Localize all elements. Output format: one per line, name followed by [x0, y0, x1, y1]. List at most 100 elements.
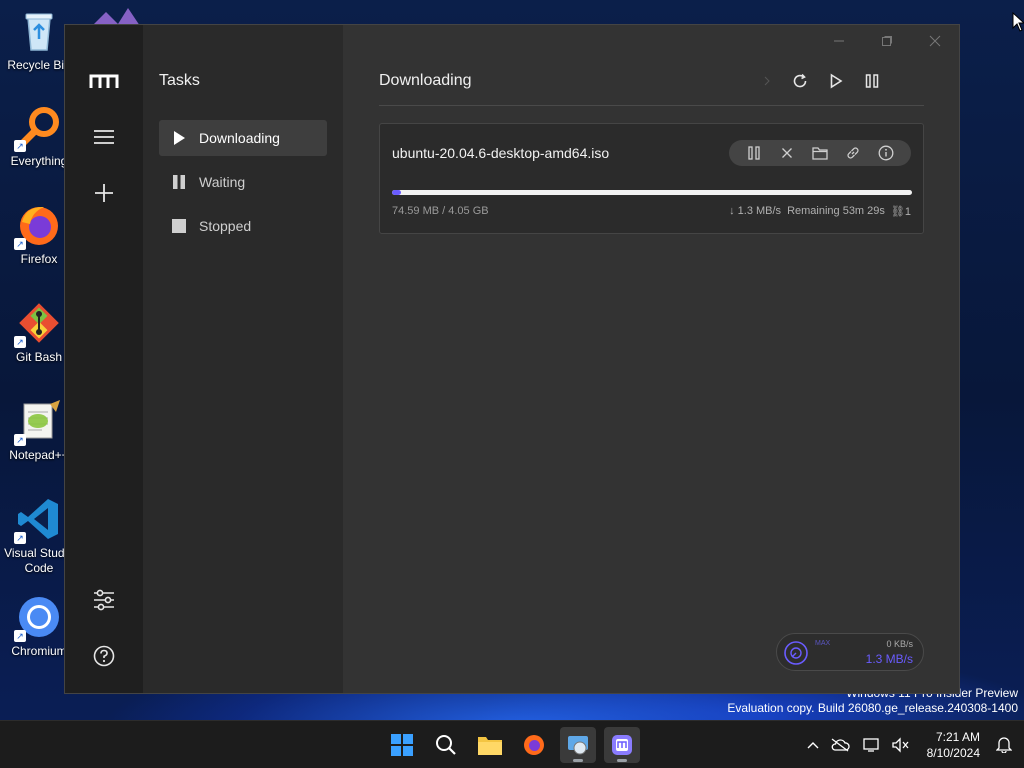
- download-speed: 1.3 MB/s: [865, 652, 913, 666]
- network-icon: [863, 738, 879, 752]
- add-task-button[interactable]: [84, 173, 124, 213]
- help-button[interactable]: [84, 636, 124, 676]
- task-delete-button[interactable]: [774, 142, 800, 164]
- installer-icon: [568, 736, 588, 755]
- task-name: ubuntu-20.04.6-desktop-amd64.iso: [392, 145, 610, 161]
- shortcut-arrow-icon: ↗: [14, 238, 26, 250]
- firefox-icon: ↗: [14, 202, 62, 250]
- task-item[interactable]: ubuntu-20.04.6-desktop-amd64.iso 74.59 M…: [379, 123, 924, 234]
- shortcut-arrow-icon: ↗: [14, 434, 26, 446]
- nav-item-downloading[interactable]: Downloading: [159, 120, 327, 156]
- play-outline-icon: [830, 73, 843, 89]
- pause-icon: [159, 174, 199, 190]
- task-connections: ⛓1: [890, 206, 911, 218]
- firefox-icon: [524, 735, 544, 755]
- taskbar-firefox[interactable]: [516, 727, 552, 763]
- network-button[interactable]: [856, 737, 888, 753]
- maximize-button[interactable]: [867, 29, 907, 53]
- everything-search-icon: ↗: [14, 104, 62, 152]
- show-hidden-icons-button[interactable]: [802, 741, 824, 749]
- volume-button[interactable]: [888, 737, 914, 753]
- system-tray: [802, 721, 914, 768]
- speedometer-icon: [784, 641, 808, 665]
- git-bash-icon: ↗: [14, 300, 62, 348]
- notifications-button[interactable]: [995, 735, 1013, 758]
- windows-logo-icon: [391, 734, 413, 756]
- app-logo-icon[interactable]: [84, 61, 124, 101]
- clock-date: 8/10/2024: [926, 746, 980, 760]
- tasks-sidebar: Tasks Downloading Waiting Stopped: [143, 25, 343, 693]
- preferences-button[interactable]: [84, 580, 124, 620]
- close-icon: [781, 148, 792, 158]
- chevron-right-icon: [764, 76, 770, 86]
- task-progress-bar: [392, 190, 912, 195]
- shortcut-arrow-icon: ↗: [14, 532, 26, 544]
- taskbar-file-explorer[interactable]: [472, 727, 508, 763]
- mouse-cursor-icon: [1012, 12, 1024, 32]
- watermark-line-2: Evaluation copy. Build 26080.ge_release.…: [727, 701, 1018, 715]
- motrix-icon: [612, 735, 632, 755]
- minimize-button[interactable]: [819, 29, 859, 53]
- stop-icon: [159, 218, 199, 234]
- start-button[interactable]: [384, 727, 420, 763]
- motrix-window: Tasks Downloading Waiting Stopped Downlo…: [64, 24, 960, 694]
- folder-icon: [478, 737, 502, 755]
- task-info-button[interactable]: [873, 142, 899, 164]
- close-window-button[interactable]: [915, 29, 955, 53]
- taskbar: 7:21 AM 8/10/2024: [0, 720, 1024, 768]
- sliders-icon: [94, 589, 114, 611]
- nav-item-waiting[interactable]: Waiting: [159, 164, 327, 200]
- task-open-folder-button[interactable]: [807, 142, 833, 164]
- pause-all-button[interactable]: [856, 67, 888, 95]
- taskbar-app-installer[interactable]: [560, 727, 596, 763]
- recycle-bin-icon: [16, 8, 62, 54]
- play-icon: [159, 130, 199, 146]
- plus-icon: [95, 184, 113, 202]
- main-panel: Downloading ubuntu-20.04.6-desktop-amd64…: [343, 25, 959, 693]
- task-progress-fill: [392, 190, 402, 195]
- refresh-button[interactable]: [784, 67, 816, 95]
- info-icon: [878, 145, 894, 161]
- speed-limit-label: MAX: [815, 640, 831, 647]
- page-title: Downloading: [379, 72, 472, 89]
- speedometer[interactable]: MAX 0 KB/s 1.3 MB/s: [776, 633, 924, 671]
- notepad-plus-plus-icon: ↗: [14, 398, 62, 446]
- nav-item-label: Stopped: [199, 218, 252, 234]
- shortcut-arrow-icon: ↗: [14, 140, 26, 152]
- search-icon: [436, 735, 456, 755]
- taskbar-clock[interactable]: 7:21 AM 8/10/2024: [927, 729, 980, 761]
- onedrive-button[interactable]: [824, 738, 856, 752]
- cloud-offline-icon: [831, 738, 850, 752]
- taskbar-search-button[interactable]: [428, 727, 464, 763]
- header-divider: [379, 105, 924, 106]
- task-actions: [729, 140, 911, 166]
- move-up-button[interactable]: [751, 67, 783, 95]
- pause-outline-icon: [747, 146, 760, 160]
- nav-item-label: Waiting: [199, 174, 246, 190]
- task-pause-button[interactable]: [741, 142, 767, 164]
- task-download-speed: ↓ 1.3 MB/s: [729, 205, 782, 217]
- shortcut-arrow-icon: ↗: [14, 630, 26, 642]
- close-icon: [929, 35, 941, 47]
- clock-time: 7:21 AM: [935, 730, 980, 744]
- chromium-icon: ↗: [14, 594, 62, 642]
- minimize-icon: [834, 40, 844, 42]
- bell-icon: [995, 737, 1013, 754]
- task-stats: ↓ 1.3 MB/s Remaining 53m 29s ⛓1: [729, 205, 911, 218]
- task-copy-link-button[interactable]: [840, 142, 866, 164]
- maximize-icon: [882, 36, 892, 46]
- task-remaining-time: Remaining 53m 29s: [787, 205, 885, 217]
- folder-icon: [812, 147, 828, 160]
- taskbar-motrix[interactable]: [604, 727, 640, 763]
- vscode-icon: ↗: [14, 496, 62, 544]
- app-rail: [65, 25, 143, 693]
- shortcut-arrow-icon: ↗: [14, 336, 26, 348]
- nav-item-stopped[interactable]: Stopped: [159, 208, 327, 244]
- help-icon: [93, 645, 115, 667]
- refresh-icon: [793, 73, 807, 88]
- nav-item-label: Downloading: [199, 130, 280, 146]
- menu-icon[interactable]: [84, 117, 124, 157]
- volume-muted-icon: [892, 737, 909, 753]
- task-size: 74.59 MB / 4.05 GB: [392, 205, 489, 217]
- resume-all-button[interactable]: [820, 67, 852, 95]
